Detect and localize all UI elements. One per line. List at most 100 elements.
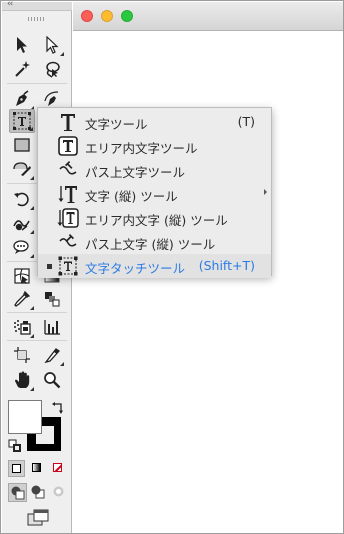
shaper-icon <box>13 162 31 176</box>
screen-mode-icon[interactable] <box>27 509 49 527</box>
touch-type-icon <box>58 256 78 276</box>
column-graph-tool-button[interactable] <box>39 315 65 339</box>
artboard-tool-button[interactable] <box>9 343 35 367</box>
submenu-indicator-icon <box>30 334 34 338</box>
tool-separator <box>7 312 67 313</box>
gradient-mode-button[interactable] <box>29 460 46 477</box>
submenu-indicator-icon <box>30 206 34 210</box>
selection-arrow-icon <box>17 37 27 53</box>
type-on-path-icon <box>59 161 77 175</box>
warp-tool-button[interactable] <box>9 211 35 235</box>
submenu-indicator-icon <box>60 362 64 366</box>
lasso-icon <box>46 61 60 78</box>
flyout-item-shortcut: (Shift+T) <box>198 258 255 273</box>
rotate-icon <box>14 192 29 207</box>
none-mode-button[interactable] <box>50 460 67 477</box>
rectangle-icon <box>14 138 30 152</box>
hand-icon <box>15 371 30 388</box>
color-icon <box>12 464 21 473</box>
draw-inside-button[interactable] <box>50 483 69 502</box>
submenu-indicator-icon <box>30 254 34 258</box>
slice-tool-button[interactable] <box>39 343 65 367</box>
magic-wand-tool-button[interactable] <box>9 57 35 81</box>
type-tool-button[interactable] <box>9 109 35 133</box>
vertical-area-type-icon <box>57 208 79 228</box>
shaper-tool-button[interactable] <box>9 157 35 181</box>
warp-icon <box>13 220 30 231</box>
direct-selection-arrow-icon <box>46 36 59 54</box>
flyout-item-label: パス上文字ツール <box>85 165 186 180</box>
gradient-icon <box>32 463 41 472</box>
symbol-sprayer-icon <box>13 240 29 254</box>
flyout-item-type-tool[interactable]: 文字ツール (T) <box>38 110 271 134</box>
vertical-type-icon <box>58 186 77 203</box>
flyout-item-label: 文字ツール <box>85 117 148 132</box>
application-frame: ‹‹ 文字ツール (T) エリア内文字ツール パス上文字ツール 文字 (縦) ツ… <box>0 0 344 534</box>
artboard-icon <box>14 347 30 363</box>
column-graph-icon <box>44 320 60 335</box>
mesh-icon <box>14 268 30 284</box>
flyout-item-vertical-type-on-path-tool[interactable]: パス上文字 (縦) ツール <box>38 230 271 254</box>
selection-tool-button[interactable] <box>9 33 35 57</box>
panel-grip-icon[interactable] <box>28 17 46 21</box>
window-close-button[interactable] <box>81 10 93 22</box>
lasso-tool-button[interactable] <box>39 57 65 81</box>
hand-tool-button[interactable] <box>9 368 35 392</box>
window-minimize-button[interactable] <box>101 10 113 22</box>
draw-normal-icon <box>11 486 25 500</box>
tool-separator <box>7 340 67 341</box>
none-icon <box>53 463 62 472</box>
type-icon <box>61 114 75 131</box>
swap-fill-stroke-icon[interactable] <box>51 401 65 415</box>
draw-behind-icon <box>31 485 45 499</box>
window-titlebar[interactable] <box>73 2 343 31</box>
draw-behind-button[interactable] <box>29 483 48 502</box>
zoom-tool-button[interactable] <box>39 368 65 392</box>
direct-selection-tool-button[interactable] <box>39 33 65 57</box>
type-tools-flyout: 文字ツール (T) エリア内文字ツール パス上文字ツール 文字 (縦) ツール … <box>37 107 272 278</box>
fill-color-swatch[interactable] <box>8 400 42 434</box>
tool-separator <box>7 83 67 84</box>
rotate-tool-button[interactable] <box>9 187 35 211</box>
flyout-expand-arrow-icon[interactable] <box>264 189 267 195</box>
area-type-icon <box>58 136 78 156</box>
pen-tool-button[interactable] <box>9 87 35 111</box>
magic-wand-icon <box>15 61 30 77</box>
flyout-item-touch-type-tool[interactable]: 文字タッチツール (Shift+T) <box>38 254 271 278</box>
submenu-indicator-icon <box>30 230 34 234</box>
submenu-indicator-icon <box>60 52 64 56</box>
symbol-tool-button[interactable] <box>9 315 35 339</box>
eyedropper-tool-button[interactable] <box>9 287 35 311</box>
curvature-pen-icon <box>44 91 59 106</box>
flyout-item-label: エリア内文字ツール <box>85 141 198 156</box>
submenu-indicator-icon <box>30 387 34 391</box>
submenu-indicator-icon <box>30 306 34 310</box>
zoom-icon <box>44 372 61 389</box>
pen-icon <box>16 90 29 106</box>
blend-icon <box>45 292 60 307</box>
selected-tool-marker <box>47 264 52 269</box>
window-zoom-button[interactable] <box>121 10 133 22</box>
color-mode-button[interactable] <box>8 460 25 477</box>
default-fill-stroke-icon[interactable] <box>8 439 22 453</box>
draw-normal-button[interactable] <box>8 483 27 502</box>
eyedropper-icon <box>14 290 31 307</box>
blend-tool-button[interactable] <box>39 287 65 311</box>
flyout-item-area-type-tool[interactable]: エリア内文字ツール <box>38 134 271 158</box>
tools-panel-header[interactable]: ‹‹ <box>2 0 72 11</box>
draw-inside-icon <box>53 486 64 497</box>
symbol-sprayer-icon <box>14 320 31 335</box>
flyout-item-vertical-area-type-tool[interactable]: エリア内文字 (縦) ツール <box>38 206 271 230</box>
submenu-indicator-icon <box>30 176 34 180</box>
collapse-panel-icon[interactable]: ‹‹ <box>7 0 13 9</box>
submenu-indicator-icon <box>29 127 33 131</box>
flyout-item-shortcut: (T) <box>237 114 255 129</box>
flyout-item-label: 文字タッチツール <box>85 261 186 276</box>
flyout-item-vertical-type-tool[interactable]: 文字 (縦) ツール <box>38 182 271 206</box>
flyout-item-label: エリア内文字 (縦) ツール <box>85 213 228 228</box>
flyout-item-type-on-path-tool[interactable]: パス上文字ツール <box>38 158 271 182</box>
flyout-item-label: パス上文字 (縦) ツール <box>85 237 216 252</box>
rectangle-tool-button[interactable] <box>9 133 35 157</box>
symbol-sprayer-tool-button[interactable] <box>9 235 35 259</box>
mesh-tool-button[interactable] <box>9 264 35 288</box>
